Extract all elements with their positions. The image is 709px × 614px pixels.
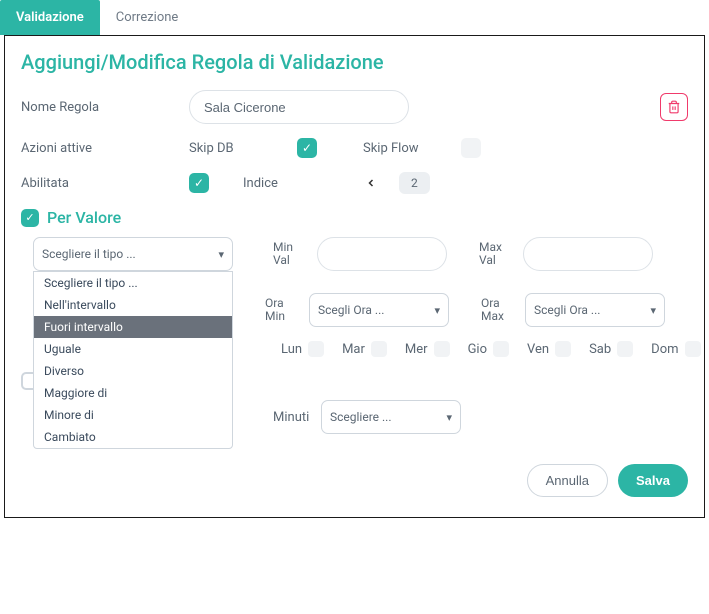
label-indice: Indice <box>243 176 343 191</box>
label-max-val: Max Val <box>479 241 515 267</box>
tab-validazione[interactable]: Validazione <box>0 0 100 35</box>
delete-rule-button[interactable] <box>660 93 688 121</box>
label-abilitata: Abilitata <box>21 176 181 191</box>
label-nome-regola: Nome Regola <box>21 100 181 115</box>
label-minuti: Minuti <box>273 410 313 425</box>
check-sab[interactable] <box>617 341 633 357</box>
dropdown-option[interactable]: Minore di <box>34 404 232 426</box>
save-button[interactable]: Salva <box>618 464 688 497</box>
checkbox-skip-db[interactable]: ✓ <box>297 138 317 158</box>
dropdown-option[interactable]: Uguale <box>34 338 232 360</box>
min-val-input[interactable] <box>317 237 447 271</box>
check-mer[interactable] <box>434 341 450 357</box>
select-tipo-valore-text: Scegliere il tipo ... <box>42 247 136 261</box>
label-azioni-attive: Azioni attive <box>21 141 181 156</box>
label-ora-max: Ora Max <box>481 297 517 323</box>
label-ora-min: Ora Min <box>265 297 301 323</box>
indice-prev[interactable] <box>351 174 391 193</box>
day-dom: Dom <box>651 342 678 357</box>
indice-value: 2 <box>399 172 430 194</box>
select-minuti[interactable]: Scegliere ... ▾ <box>321 400 461 434</box>
select-minuti-text: Scegliere ... <box>330 410 392 424</box>
chevron-down-icon: ▾ <box>650 304 656 317</box>
max-val-input[interactable] <box>523 237 653 271</box>
tab-correzione[interactable]: Correzione <box>100 0 195 35</box>
tabs: Validazione Correzione <box>0 0 709 35</box>
dropdown-option[interactable]: Fuori intervallo <box>34 316 232 338</box>
nome-regola-input[interactable] <box>189 90 409 124</box>
dropdown-option[interactable]: Cambiato <box>34 426 232 448</box>
select-ora-min-text: Scegli Ora ... <box>318 303 384 317</box>
chevron-down-icon: ▾ <box>446 411 452 424</box>
dropdown-option[interactable]: Nell'intervallo <box>34 294 232 316</box>
dropdown-tipo-valore: Scegliere il tipo ...Nell'intervalloFuor… <box>33 271 233 449</box>
select-ora-max[interactable]: Scegli Ora ... ▾ <box>525 293 665 327</box>
chevron-down-icon: ▾ <box>434 304 440 317</box>
label-skip-db: Skip DB <box>189 141 289 156</box>
select-ora-min[interactable]: Scegli Ora ... ▾ <box>309 293 449 327</box>
check-ven[interactable] <box>555 341 571 357</box>
check-lun[interactable] <box>308 341 324 357</box>
page-title: Aggiungi/Modifica Regola di Validazione <box>21 50 688 74</box>
day-lun: Lun <box>281 342 302 357</box>
day-sab: Sab <box>589 342 611 357</box>
checkbox-skip-flow[interactable] <box>461 138 481 158</box>
select-tipo-valore[interactable]: Scegliere il tipo ... ▾ <box>33 237 233 271</box>
dropdown-option[interactable]: Scegliere il tipo ... <box>34 272 232 294</box>
check-gio[interactable] <box>493 341 509 357</box>
days-row: Lun Mar Mer Gio Ven Sab Dom <box>281 341 688 357</box>
label-min-val: Min Val <box>273 241 309 267</box>
day-gio: Gio <box>468 342 487 357</box>
checkbox-abilitata[interactable]: ✓ <box>189 173 209 193</box>
section-per-valore: Per Valore <box>47 208 121 227</box>
validation-panel: Aggiungi/Modifica Regola di Validazione … <box>4 35 705 518</box>
label-skip-flow: Skip Flow <box>363 141 453 156</box>
dropdown-option[interactable]: Maggiore di <box>34 382 232 404</box>
chevron-left-icon <box>365 177 377 189</box>
day-mer: Mer <box>405 342 428 357</box>
trash-icon <box>667 100 681 114</box>
select-ora-max-text: Scegli Ora ... <box>534 303 600 317</box>
toggle-per-valore[interactable]: ✓ <box>21 209 39 227</box>
dropdown-option[interactable]: Diverso <box>34 360 232 382</box>
chevron-down-icon: ▾ <box>218 248 224 261</box>
cancel-button[interactable]: Annulla <box>527 464 608 497</box>
check-mar[interactable] <box>371 341 387 357</box>
day-ven: Ven <box>527 342 549 357</box>
day-mar: Mar <box>342 342 365 357</box>
check-dom[interactable] <box>685 341 701 357</box>
